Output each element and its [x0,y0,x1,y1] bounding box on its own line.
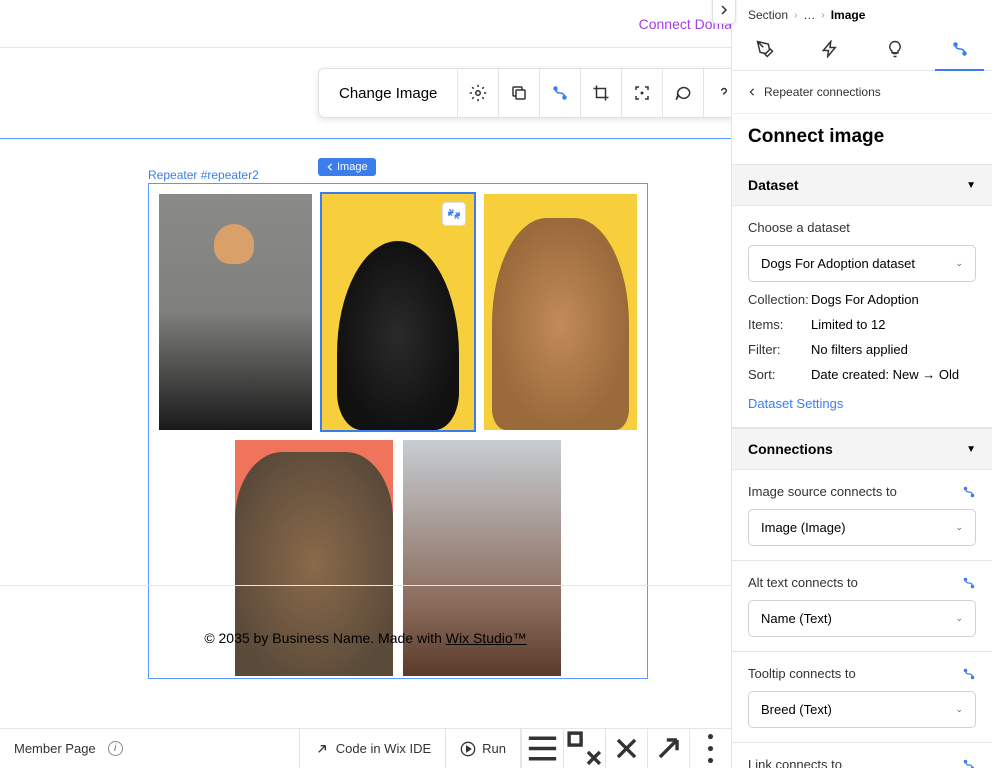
filter-key: Filter: [748,342,811,357]
breadcrumb: Section › … › Image [732,0,992,28]
expand-icon[interactable] [605,729,647,768]
dataset-dropdown[interactable]: Dogs For Adoption dataset ⌄ [748,245,976,282]
member-page-label: Member Page [14,741,96,756]
image-tag-label: Image [337,161,368,173]
breadcrumb-current: Image [831,8,866,22]
connect-icon[interactable] [962,485,976,499]
canvas: Repeater #repeater2 Image [0,48,731,708]
connection-label: Link connects to [748,757,842,768]
items-key: Items: [748,317,811,332]
repeater-item-selected[interactable] [322,194,475,430]
chevron-right-icon: › [794,10,797,21]
copy-icon[interactable] [499,69,539,117]
chevron-down-icon: ⌄ [955,613,963,624]
panel-collapse-handle[interactable] [712,0,736,24]
connection-link: Link connects to Dogs For Adoption (Item… [732,743,992,768]
connection-value: Image (Image) [761,520,846,535]
dataset-section-header[interactable]: Dataset ▼ [732,164,992,206]
code-in-ide-label: Code in Wix IDE [336,741,431,756]
member-page-button[interactable]: Member Page i [0,729,137,768]
connect-icon[interactable] [962,667,976,681]
connection-label: Tooltip connects to [748,666,856,681]
run-label: Run [482,741,506,756]
inspector-panel: Section › … › Image Repeater connections… [731,0,992,768]
run-button[interactable]: Run [446,729,521,768]
tab-animation[interactable] [797,28,862,70]
dataset-header-label: Dataset [748,177,799,193]
repeater-item[interactable] [484,194,637,430]
connections-section-header[interactable]: Connections ▼ [732,428,992,470]
collection-key: Collection: [748,292,811,307]
tab-connect[interactable] [927,28,992,70]
code-in-ide-button[interactable]: Code in Wix IDE [299,729,446,768]
collection-value: Dogs For Adoption [811,292,919,307]
back-to-repeater[interactable]: Repeater connections [732,71,992,114]
caret-down-icon: ▼ [966,444,976,455]
crop-icon[interactable] [581,69,621,117]
info-icon[interactable]: i [108,741,123,756]
open-external-icon[interactable] [647,729,689,768]
breadcrumb-root[interactable]: Section [748,8,788,22]
dataset-section-body: Choose a dataset Dogs For Adoption datas… [732,206,992,428]
focus-icon[interactable] [622,69,662,117]
connection-value: Breed (Text) [761,702,832,717]
connect-icon[interactable] [962,576,976,590]
back-label: Repeater connections [764,85,881,99]
repeater-container[interactable] [148,183,648,679]
choose-dataset-label: Choose a dataset [748,220,976,235]
items-value: Limited to 12 [811,317,885,332]
connection-label: Alt text connects to [748,575,858,590]
filter-value: No filters applied [811,342,908,357]
chevron-down-icon: ⌄ [955,258,963,269]
connection-dropdown[interactable]: Name (Text) ⌄ [748,600,976,637]
connection-alt-text: Alt text connects to Name (Text) ⌄ [732,561,992,652]
repeater-item[interactable] [159,194,312,430]
caret-down-icon: ▼ [966,180,976,191]
connections-header-label: Connections [748,441,833,457]
chevron-right-icon: › [821,10,824,21]
inspector-tabs [732,28,992,71]
footer-prefix: © 2035 by Business Name. Made with [204,630,445,646]
dataset-selected-value: Dogs For Adoption dataset [761,256,915,271]
connection-dropdown[interactable]: Image (Image) ⌄ [748,509,976,546]
chevron-down-icon: ⌄ [955,522,963,533]
connection-label: Image source connects to [748,484,897,499]
dataset-settings-link[interactable]: Dataset Settings [748,396,843,411]
change-image-button[interactable]: Change Image [319,85,457,102]
connection-image-source: Image source connects to Image (Image) ⌄ [732,470,992,561]
inspect-icon[interactable] [563,729,605,768]
tab-design[interactable] [732,28,797,70]
tab-interactions[interactable] [862,28,927,70]
section-divider [0,138,731,139]
wix-studio-link[interactable]: Wix Studio™ [446,630,527,646]
footer-text: © 2035 by Business Name. Made with Wix S… [0,630,731,646]
comment-icon[interactable] [663,69,703,117]
repeater-label[interactable]: Repeater #repeater2 [148,168,259,182]
sort-value: Date created: New → Old [811,367,959,382]
footer-separator [0,585,731,586]
connection-value: Name (Text) [761,611,832,626]
image-toolbar: Change Image [318,68,745,118]
breadcrumb-ellipsis[interactable]: … [803,8,815,22]
panel-title: Connect image [732,114,992,164]
more-icon[interactable] [689,729,731,768]
sort-key: Sort: [748,367,811,382]
image-element-tag[interactable]: Image [318,158,376,176]
connection-tooltip: Tooltip connects to Breed (Text) ⌄ [732,652,992,743]
settings-icon[interactable] [458,69,498,117]
connect-icon[interactable] [540,69,580,117]
connection-dropdown[interactable]: Breed (Text) ⌄ [748,691,976,728]
chevron-down-icon: ⌄ [955,704,963,715]
bottom-bar: Member Page i Code in Wix IDE Run [0,728,731,768]
collapse-icon[interactable] [442,202,466,226]
connect-icon[interactable] [962,758,976,769]
layout-icon[interactable] [521,729,563,768]
